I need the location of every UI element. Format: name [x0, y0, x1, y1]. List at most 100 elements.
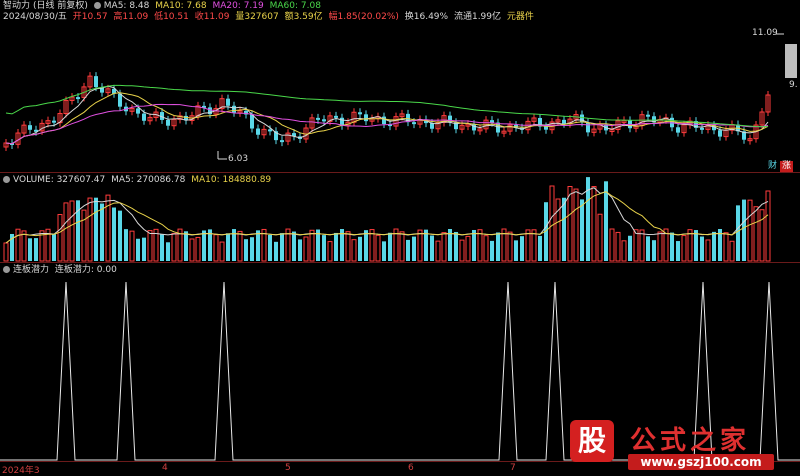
candle-body [718, 130, 722, 137]
vertical-scrollbar-thumb[interactable] [785, 44, 797, 78]
candle-body [142, 113, 146, 121]
candle-body [646, 114, 650, 117]
candle-body [316, 117, 320, 120]
indicator-header: 连板潜力 连板潜力: 0.00 [3, 265, 120, 276]
volume-bar [514, 240, 518, 261]
ma-line [5, 103, 769, 145]
volume-bar [219, 241, 225, 262]
volume-bar [3, 242, 9, 262]
volume-bar [483, 235, 489, 262]
volume-ma5: MA5: 270086.78 [111, 175, 186, 185]
volume-bar [268, 234, 272, 261]
candle-body [358, 112, 362, 115]
volume-bar [729, 240, 735, 262]
candle-body [562, 119, 566, 124]
volume-bar [124, 229, 128, 261]
candle-body [250, 114, 254, 129]
volume-bar [694, 230, 698, 261]
volume-bar [274, 241, 278, 261]
volume-bar [705, 239, 711, 262]
volume-bar [615, 231, 621, 262]
candle-body [94, 76, 98, 88]
volume-bar [244, 239, 248, 261]
volume-bar [639, 229, 645, 262]
candle-body [490, 120, 494, 123]
volume-bar [412, 236, 416, 261]
volume-bars [3, 177, 771, 262]
finance-badge[interactable]: 财 [766, 161, 779, 172]
volume-bar [591, 186, 597, 262]
collapse-circle-icon[interactable] [3, 266, 10, 273]
volume-bar [309, 229, 315, 262]
collapse-circle-icon[interactable] [3, 176, 10, 183]
x-axis-label: 2024年3 [2, 466, 40, 476]
volume-bar [292, 231, 296, 261]
volume-bar [609, 228, 615, 262]
volume-bar [136, 238, 140, 261]
volume-bar [15, 228, 21, 262]
volume-bar [118, 210, 122, 261]
volume-bar [646, 236, 650, 261]
low-price-label: 6.03 [228, 154, 249, 164]
volume-bar [334, 232, 338, 261]
candle-body [676, 127, 680, 133]
volume-bar [531, 229, 537, 262]
candle-body [136, 108, 140, 114]
volume-bar [430, 235, 434, 261]
x-axis-label: 4 [162, 463, 168, 473]
volume-bar [628, 235, 632, 261]
volume-bar [465, 235, 471, 262]
volume-bar [652, 240, 656, 261]
volume-header: VOLUME: 327607.47 MA5: 270086.78 MA10: 1… [3, 175, 274, 186]
volume-bar [687, 229, 693, 262]
volume-ma10: MA10: 184880.89 [191, 175, 272, 185]
x-axis-label: 7 [510, 463, 516, 473]
volume-bar [742, 199, 746, 261]
candle-body [280, 140, 284, 143]
volume-bar [477, 229, 483, 262]
candle-body [322, 119, 326, 122]
volume-bar [597, 213, 603, 262]
volume-bar [166, 242, 170, 261]
candle-body [334, 115, 338, 118]
limit-up-badge[interactable]: 涨 [780, 161, 794, 172]
volume-bar [567, 186, 573, 262]
candle-body [256, 128, 260, 135]
volume-bar [21, 230, 27, 262]
volume-bar [298, 239, 302, 261]
volume-bar [549, 185, 555, 262]
candlestick-series [3, 72, 771, 151]
volume-bar [712, 231, 716, 261]
watermark-url: www.gszj100.com [628, 454, 774, 470]
volume-bar [213, 234, 219, 262]
high-price-label: 11.09 [752, 28, 778, 38]
watermark-title: 公式之家 [630, 426, 751, 456]
candle-body [118, 93, 122, 107]
volume-bar [184, 231, 188, 261]
volume-bar [369, 229, 375, 262]
volume-bar [358, 236, 362, 261]
volume-bar [57, 214, 63, 262]
volume-bar [142, 237, 146, 261]
volume-bar [441, 232, 447, 262]
volume-bar [322, 235, 326, 261]
volume-bar [94, 197, 98, 261]
volume-bar [670, 232, 674, 261]
candle-body [76, 97, 80, 100]
volume-bar [633, 229, 639, 262]
volume-bar [525, 229, 531, 262]
kline-chart-canvas[interactable] [0, 0, 800, 475]
candle-body [364, 114, 368, 122]
candle-body [28, 125, 32, 130]
volume-bar [621, 240, 627, 262]
volume-bar [160, 234, 164, 261]
candle-body [226, 98, 230, 106]
volume-bar [399, 231, 405, 262]
candle-body [52, 120, 56, 123]
volume-bar [406, 239, 410, 261]
volume-bar [424, 229, 428, 261]
candle-body [412, 122, 416, 125]
volume-bar [681, 235, 687, 262]
volume-bar [747, 199, 753, 262]
volume-bar [573, 188, 579, 262]
